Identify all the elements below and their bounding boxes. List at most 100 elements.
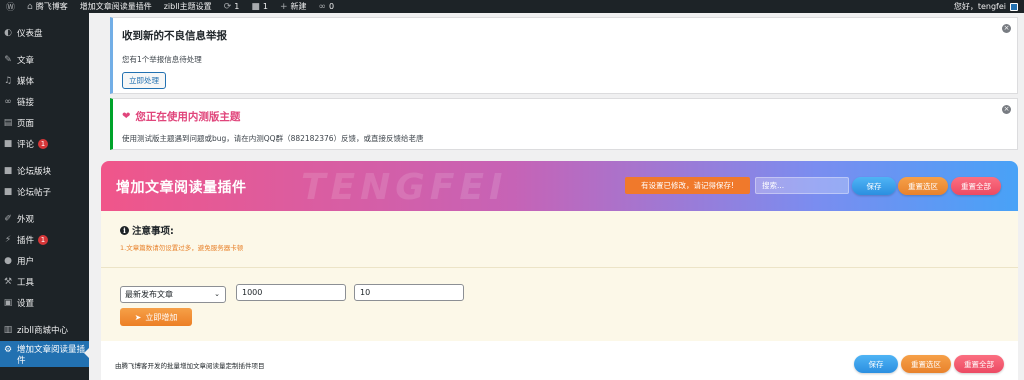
panel-title: 增加文章阅读量插件 xyxy=(116,180,247,196)
sidebar-item-label: 插件 xyxy=(17,236,35,246)
reset-all-button[interactable]: 重置全部 xyxy=(951,177,1001,195)
comments-link[interactable]: ■ 1 xyxy=(245,0,274,13)
link-icon: ∞ xyxy=(4,97,12,107)
updates-link[interactable]: ⟳ 1 xyxy=(218,0,246,13)
dashboard-icon: ◐ xyxy=(4,28,12,38)
home-icon: ⌂ xyxy=(27,1,33,12)
plus-icon: + xyxy=(279,1,288,12)
send-icon: ➤ xyxy=(134,312,142,322)
sidebar-item-label: 用户 xyxy=(17,257,35,267)
wordpress-icon: Ⓦ xyxy=(6,3,16,13)
plugin-panel: TENGFEI 增加文章阅读量插件 有设置已修改，请记得保存! 搜索... 保存… xyxy=(101,161,1018,380)
reset-section-button[interactable]: 重置选区 xyxy=(898,177,948,195)
comments-badge: 1 xyxy=(38,139,49,149)
comment-icon: ■ xyxy=(3,166,13,176)
sidebar-item-dashboard[interactable]: ◐ 仪表盘 xyxy=(0,25,89,41)
notes-text: 1.文章篇数请勿设置过多，避免服务器卡顿 xyxy=(120,244,244,252)
sidebar-item-plugins[interactable]: ⚡ 插件 1 xyxy=(0,232,89,248)
sidebar-item-label: 设置 xyxy=(17,299,35,309)
pin-icon: ✎ xyxy=(4,55,12,65)
page-icon: ▤ xyxy=(3,118,13,128)
sidebar-item-label: zibll商城中心 xyxy=(17,326,68,336)
footer-reset-section-button[interactable]: 重置选区 xyxy=(901,355,951,373)
sidebar-item-label: 文章 xyxy=(17,56,35,66)
sidebar-item-media[interactable]: ♫ 媒体 xyxy=(0,73,89,89)
panel-footer: 由腾飞博客开发的批量增加文章阅读量定制插件项目 保存 重置选区 重置全部 xyxy=(101,341,1018,380)
info-icon: i xyxy=(120,225,129,235)
plugins-badge: 1 xyxy=(38,235,49,245)
beta-notice-text: 使用测试版主题遇到问题或bug，请在内测QQ群（882182376）反馈，或直接… xyxy=(122,134,424,143)
footer-save-button[interactable]: 保存 xyxy=(854,355,898,373)
media-icon: ♫ xyxy=(3,76,13,86)
comment-icon: ■ xyxy=(251,1,260,12)
links-link[interactable]: ∞ 0 xyxy=(312,0,340,13)
new-content-link[interactable]: + 新建 xyxy=(274,0,313,13)
sidebar-item-label: 页面 xyxy=(17,119,35,129)
divider xyxy=(101,267,1018,268)
sidebar-item-label: 仪表盘 xyxy=(17,29,43,39)
save-button[interactable]: 保存 xyxy=(852,177,896,195)
account-menu[interactable]: 您好，tengfei xyxy=(954,1,1024,12)
sidebar-item-forum-boards[interactable]: ■ 论坛版块 xyxy=(0,163,89,179)
sidebar-item-tools[interactable]: ⚒ 工具 xyxy=(0,274,89,290)
plugin-icon: ⚡ xyxy=(4,235,12,245)
beta-notice-title: 您正在使用内测版主题 xyxy=(135,111,241,123)
report-notice: 收到新的不良信息举报 您有1个举报信息待处理 立即处理 × xyxy=(110,17,1018,94)
sidebar-item-label: 论坛版块 xyxy=(17,167,52,177)
new-label: 新建 xyxy=(290,2,307,11)
theme-settings-label: zibll主题设置 xyxy=(163,2,212,11)
sidebar-item-settings[interactable]: ▣ 设置 xyxy=(0,295,89,311)
header-watermark: TENGFEI xyxy=(301,167,508,208)
sidebar-item-label: 增加文章阅读量插件 xyxy=(17,345,86,366)
sidebar-item-view-booster[interactable]: ⚙ 增加文章阅读量插件 xyxy=(0,341,89,367)
comment-icon: ■ xyxy=(3,139,13,149)
sidebar-item-label: 论坛帖子 xyxy=(17,188,52,198)
wrench-icon: ⚒ xyxy=(3,277,13,287)
footer-reset-all-button[interactable]: 重置全部 xyxy=(954,355,1004,373)
comments-count: 1 xyxy=(262,2,268,11)
sidebar-item-label: 链接 xyxy=(17,98,35,108)
post-type-select[interactable]: 最新发布文章 ⌄ xyxy=(120,286,226,303)
sidebar-item-label: 媒体 xyxy=(17,77,35,87)
sidebar-item-posts[interactable]: ✎ 文章 xyxy=(0,52,89,68)
sidebar-item-users[interactable]: ● 用户 xyxy=(0,253,89,269)
beta-notice: ❤ 您正在使用内测版主题 使用测试版主题遇到问题或bug，请在内测QQ群（882… xyxy=(110,98,1018,150)
settings-icon: ▣ xyxy=(3,298,13,308)
sidebar-item-appearance[interactable]: ✐ 外观 xyxy=(0,211,89,227)
panel-body: i 注意事项: 1.文章篇数请勿设置过多，避免服务器卡顿 最新发布文章 ⌄ 10… xyxy=(101,211,1018,341)
add-views-label: 立即增加 xyxy=(145,312,178,322)
admin-bar: Ⓦ ⌂ 腾飞博客 增加文章阅读量插件 zibll主题设置 ⟳ 1 ■ 1 + 新… xyxy=(0,0,1024,13)
notes-heading: i 注意事项: xyxy=(120,223,174,237)
post-count-input[interactable]: 1000 xyxy=(236,284,346,301)
unsaved-warning: 有设置已修改，请记得保存! xyxy=(625,177,750,194)
admin-sidebar: ◐ 仪表盘 ✎ 文章 ♫ 媒体 ∞ 链接 ▤ 页面 ■ 评论 1 ■ 论坛版块 … xyxy=(0,13,89,380)
site-name-link[interactable]: ⌂ 腾飞博客 xyxy=(21,0,74,13)
refresh-icon: ⟳ xyxy=(223,1,232,12)
chevron-down-icon: ⌄ xyxy=(214,290,220,298)
links-count: 0 xyxy=(328,2,335,11)
avatar xyxy=(1010,2,1018,11)
panel-header: TENGFEI 增加文章阅读量插件 有设置已修改，请记得保存! 搜索... 保存… xyxy=(101,161,1018,211)
sidebar-item-links[interactable]: ∞ 链接 xyxy=(0,94,89,110)
brush-icon: ✐ xyxy=(4,214,12,224)
sidebar-item-label: 工具 xyxy=(17,278,35,288)
theme-settings-link[interactable]: zibll主题设置 xyxy=(158,0,218,13)
footer-text: 由腾飞博客开发的批量增加文章阅读量定制插件项目 xyxy=(115,362,265,370)
sidebar-item-comments[interactable]: ■ 评论 1 xyxy=(0,136,89,152)
user-icon: ● xyxy=(4,256,12,266)
sidebar-item-forum-posts[interactable]: ■ 论坛帖子 xyxy=(0,184,89,200)
plugin-link[interactable]: 增加文章阅读量插件 xyxy=(74,0,158,13)
settings-search-input[interactable]: 搜索... xyxy=(755,177,849,194)
handle-report-button[interactable]: 立即处理 xyxy=(122,72,166,89)
views-increment-input[interactable]: 10 xyxy=(354,284,464,301)
add-views-button[interactable]: ➤ 立即增加 xyxy=(120,308,192,326)
close-icon[interactable]: × xyxy=(1002,105,1011,114)
sidebar-item-label: 外观 xyxy=(17,215,35,225)
link-icon: ∞ xyxy=(318,1,326,12)
wordpress-logo[interactable]: Ⓦ xyxy=(0,0,21,13)
sidebar-item-shop-center[interactable]: ▥ zibll商城中心 xyxy=(0,322,89,338)
sidebar-item-pages[interactable]: ▤ 页面 xyxy=(0,115,89,131)
greeting-label: 您好，tengfei xyxy=(953,2,1006,11)
close-icon[interactable]: × xyxy=(1002,24,1011,33)
updates-count: 1 xyxy=(234,2,240,11)
